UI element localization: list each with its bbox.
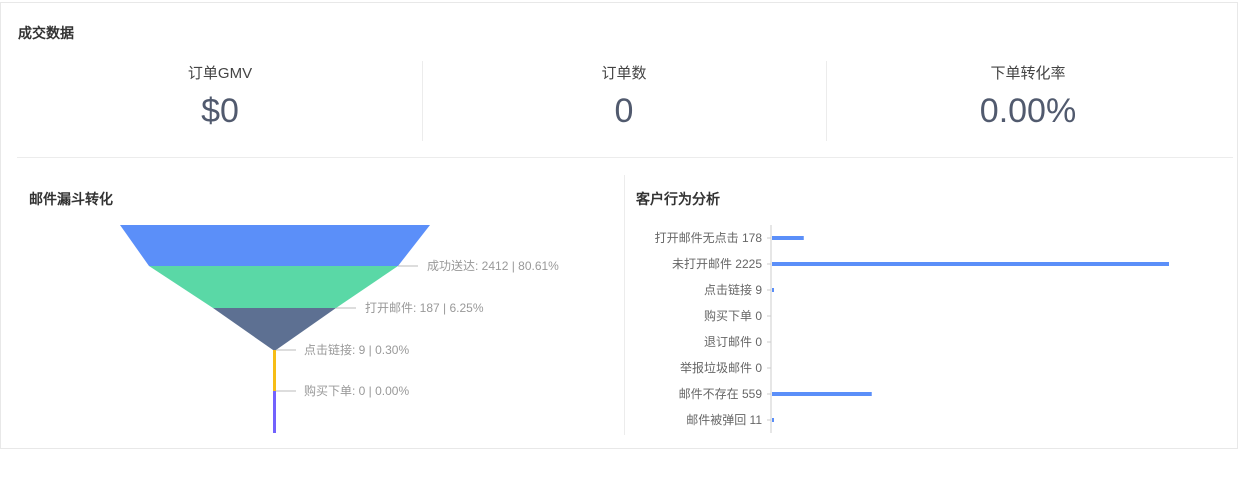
bar: [772, 262, 1169, 266]
category-label: 购买下单 0: [704, 308, 762, 323]
category-label: 退订邮件 0: [704, 335, 762, 349]
behavior-bar-chart: 打开邮件无点击 178 未打开邮件 2225 点击链接 9 购买下单 0 退订邮件 0 举…: [655, 225, 1169, 433]
category-label: 邮件被弹回 11: [686, 413, 762, 427]
category-label: 打开邮件无点击 178: [655, 231, 763, 245]
category-label: 未打开邮件 2225: [672, 257, 762, 271]
category-label: 举报垃圾邮件 0: [680, 360, 762, 375]
bar: [772, 392, 872, 396]
bar: [772, 288, 774, 292]
category-label: 邮件不存在 559: [679, 387, 763, 401]
bar: [772, 418, 774, 422]
category-label: 点击链接 9: [704, 282, 762, 297]
bar: [772, 236, 804, 240]
